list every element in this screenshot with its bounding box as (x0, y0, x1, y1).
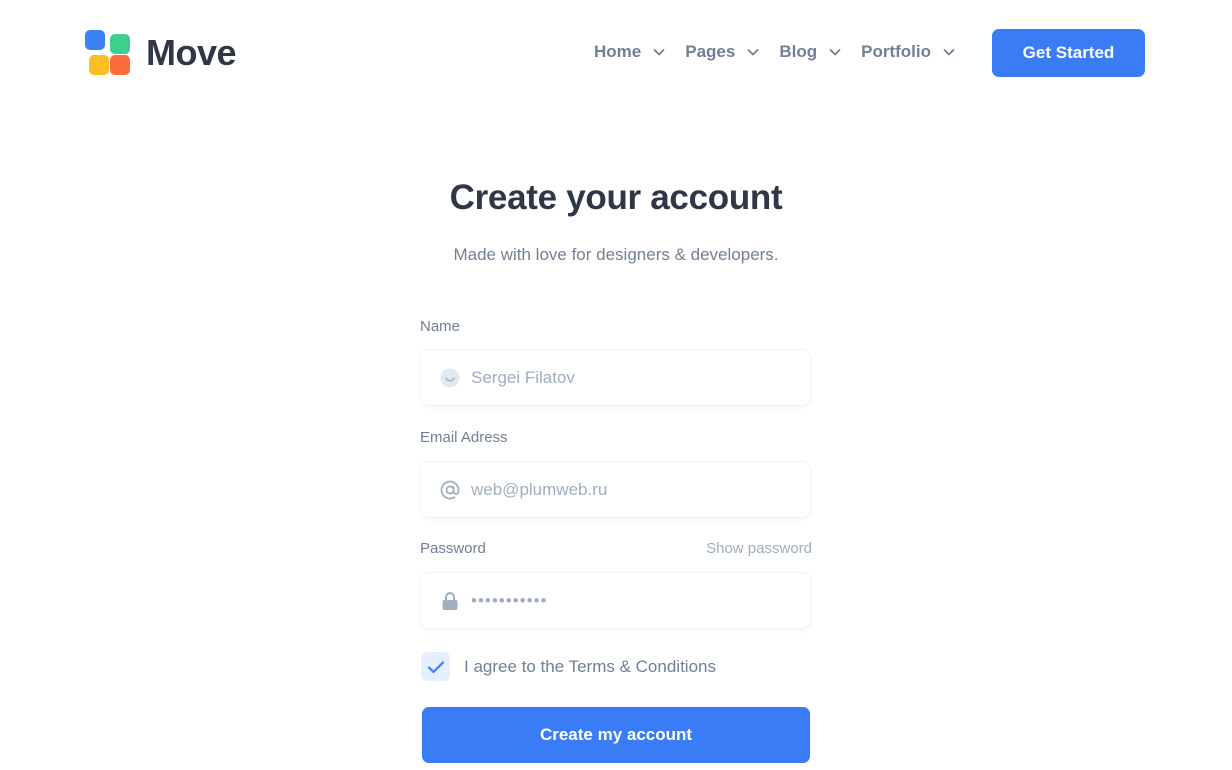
logo-mark-icon (85, 30, 131, 76)
logo-square-blue (85, 30, 105, 50)
nav-item-home[interactable]: Home (594, 38, 666, 66)
chevron-down-icon (746, 45, 760, 59)
check-icon (427, 660, 444, 673)
email-field[interactable] (421, 462, 810, 517)
email-input[interactable] (471, 469, 791, 510)
terms-checkbox[interactable] (421, 652, 450, 681)
nav-item-blog[interactable]: Blog (779, 38, 842, 66)
email-label: Email Adress (420, 429, 508, 446)
nav-item-pages[interactable]: Pages (685, 38, 760, 66)
chevron-down-icon (942, 45, 956, 59)
nav-item-portfolio[interactable]: Portfolio (861, 38, 956, 66)
signup-page: Move Home Pages Blog Portfolio Get Start… (0, 0, 1232, 770)
logo-square-red (110, 55, 130, 75)
smile-icon (439, 367, 461, 389)
chevron-down-icon (652, 45, 666, 59)
password-label: Password (420, 540, 486, 557)
name-input[interactable] (471, 357, 791, 398)
site-header: Move Home Pages Blog Portfolio Get Start… (0, 0, 1232, 105)
get-started-button[interactable]: Get Started (992, 29, 1145, 77)
nav-label: Home (594, 42, 642, 61)
nav-label: Pages (685, 42, 736, 61)
terms-label: I agree to the Terms & Conditions (464, 656, 716, 676)
show-password-link[interactable]: Show password (706, 540, 812, 557)
brand-logo[interactable]: Move (85, 30, 237, 76)
lock-icon (439, 590, 461, 612)
password-masked-value: ••••••••••• (471, 590, 548, 610)
create-account-button[interactable]: Create my account (422, 707, 810, 763)
nav-label: Portfolio (861, 42, 931, 61)
main-nav: Home Pages Blog Portfolio (594, 38, 956, 66)
name-field[interactable] (421, 350, 810, 405)
terms-agreement: I agree to the Terms & Conditions (421, 652, 716, 681)
logo-square-yellow (89, 55, 109, 75)
nav-label: Blog (779, 42, 818, 61)
name-label: Name (420, 318, 461, 335)
logo-square-green (110, 34, 130, 54)
password-field[interactable]: ••••••••••• (421, 573, 810, 628)
chevron-down-icon (828, 45, 842, 59)
page-title: Create your account (449, 178, 783, 217)
at-icon (439, 479, 461, 501)
brand-name: Move (146, 32, 237, 73)
page-subtitle: Made with love for designers & developer… (453, 245, 779, 264)
